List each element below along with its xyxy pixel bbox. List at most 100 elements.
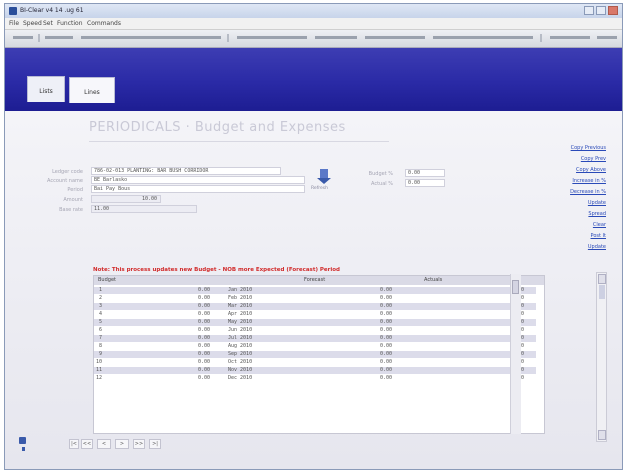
budget-cell[interactable]: 0.00 bbox=[180, 375, 210, 382]
period-field[interactable]: Bai Pay Bous bbox=[91, 185, 305, 193]
amount-field[interactable]: 10.00 bbox=[91, 195, 161, 203]
minimize-button[interactable] bbox=[584, 6, 594, 15]
budget-cell[interactable]: 0.00 bbox=[180, 287, 210, 294]
forecast-cell: 0.00 bbox=[379, 319, 392, 325]
link-decrease-percent[interactable]: Decrease in % bbox=[570, 189, 606, 195]
menu-speed[interactable]: Speed bbox=[23, 20, 42, 27]
title-divider bbox=[89, 141, 389, 142]
toolbar-combo-3[interactable] bbox=[81, 36, 221, 39]
row-number: 3 bbox=[98, 303, 102, 309]
nav-first-button[interactable]: |< bbox=[69, 439, 79, 449]
table-row[interactable]: 110.00Nov 20100.000.00 bbox=[94, 367, 536, 374]
app-window: BI-Clear v4 14 .ug 61 File Speed Set Fun… bbox=[4, 3, 623, 470]
record-icon bbox=[19, 437, 26, 444]
forecast-cell: 0.00 bbox=[379, 375, 392, 381]
grid-scrollbar-thumb[interactable] bbox=[512, 280, 519, 294]
scroll-up-button[interactable] bbox=[598, 274, 606, 284]
base-rate-field[interactable]: 11.00 bbox=[91, 205, 197, 213]
budget-cell[interactable]: 0.00 bbox=[180, 335, 210, 342]
row-number: 12 bbox=[95, 375, 102, 381]
budget-grid: Budget Forecast Actuals 1 0.00 Jan 2010 0.0… bbox=[93, 275, 545, 434]
tab-lists[interactable]: Lists bbox=[27, 76, 65, 102]
forecast-cell: 0.00 bbox=[379, 367, 392, 373]
month-cell: Jul 2010 bbox=[228, 335, 253, 341]
forecast-cell: 0.00 bbox=[379, 287, 392, 293]
link-increase-percent[interactable]: Increase in % bbox=[572, 178, 606, 184]
nav-next-button[interactable]: > bbox=[115, 439, 129, 449]
maximize-button[interactable] bbox=[596, 6, 606, 15]
month-cell: Mar 2010 bbox=[228, 303, 253, 309]
table-row[interactable]: 30.00Mar 20100.000.00 bbox=[94, 303, 536, 310]
budget-cell[interactable]: 0.00 bbox=[180, 327, 210, 334]
budget-cell[interactable]: 0.00 bbox=[180, 343, 210, 350]
toolbar-combo-8[interactable] bbox=[550, 36, 590, 39]
menu-commands[interactable]: Commands bbox=[87, 20, 121, 27]
toolbar-combo-4[interactable] bbox=[237, 36, 307, 39]
budget-cell[interactable]: 0.00 bbox=[180, 359, 210, 366]
month-cell: May 2010 bbox=[228, 319, 253, 325]
app-icon bbox=[9, 7, 17, 15]
budget-percent-field[interactable]: 0.00 bbox=[405, 169, 445, 177]
link-update-2[interactable]: Update bbox=[588, 244, 606, 250]
table-row[interactable]: 10.00Jan 20100.000.00 bbox=[94, 287, 536, 294]
nav-prev-page-button[interactable]: << bbox=[81, 439, 93, 449]
link-copy-previous[interactable]: Copy Previous bbox=[571, 145, 606, 151]
link-clear[interactable]: Clear bbox=[593, 222, 606, 228]
header-band: Lists Lines bbox=[5, 48, 622, 111]
forecast-cell: 0.00 bbox=[379, 343, 392, 349]
budget-cell[interactable]: 0.00 bbox=[180, 303, 210, 310]
budget-cell[interactable]: 0.00 bbox=[180, 351, 210, 358]
table-row[interactable]: 20.00Feb 20100.000.00 bbox=[94, 295, 536, 302]
link-post-it[interactable]: Post It bbox=[591, 233, 607, 239]
menu-file[interactable]: File bbox=[9, 20, 19, 27]
refresh-icon[interactable] bbox=[316, 169, 332, 185]
grid-scrollbar[interactable] bbox=[510, 274, 521, 434]
table-row[interactable]: 90.00Sep 20100.000.00 bbox=[94, 351, 536, 358]
toolbar-combo-7[interactable] bbox=[433, 36, 533, 39]
page-scrollbar-thumb[interactable] bbox=[599, 285, 605, 299]
toolbar-combo-6[interactable] bbox=[365, 36, 425, 39]
budget-cell[interactable]: 0.00 bbox=[180, 295, 210, 302]
toolbar-combo-1[interactable] bbox=[13, 36, 33, 39]
tab-lines[interactable]: Lines bbox=[69, 77, 115, 103]
row-number: 4 bbox=[98, 311, 102, 317]
menu-bar: File Speed Set Function Commands bbox=[5, 18, 622, 30]
nav-last-button[interactable]: >| bbox=[149, 439, 161, 449]
actual-percent-field[interactable]: 0.00 bbox=[405, 179, 445, 187]
link-copy-above[interactable]: Copy Above bbox=[576, 167, 606, 173]
table-row[interactable]: 120.00Dec 20100.000.00 bbox=[94, 375, 536, 382]
menu-set[interactable]: Set bbox=[43, 20, 53, 27]
table-row[interactable]: 70.00Jul 20100.000.00 bbox=[94, 335, 536, 342]
ledger-code-label: Ledger code bbox=[52, 169, 83, 175]
table-row[interactable]: 80.00Aug 20100.000.00 bbox=[94, 343, 536, 350]
forecast-cell: 0.00 bbox=[379, 311, 392, 317]
budget-cell[interactable]: 0.00 bbox=[180, 311, 210, 318]
table-row[interactable]: 50.00May 20100.000.00 bbox=[94, 319, 536, 326]
forecast-cell: 0.00 bbox=[379, 351, 392, 357]
table-row[interactable]: 100.00Oct 20100.000.00 bbox=[94, 359, 536, 366]
menu-function[interactable]: Function bbox=[57, 20, 83, 27]
row-number: 5 bbox=[98, 319, 102, 325]
month-cell: Sep 2010 bbox=[228, 351, 253, 357]
table-row[interactable]: 60.00Jun 20100.000.00 bbox=[94, 327, 536, 334]
budget-cell[interactable]: 0.00 bbox=[180, 367, 210, 374]
link-spread[interactable]: Spread bbox=[588, 211, 606, 217]
toolbar-combo-2[interactable] bbox=[45, 36, 73, 39]
page-scrollbar[interactable] bbox=[596, 272, 607, 442]
account-name-field[interactable]: BE Barlasko bbox=[91, 176, 305, 184]
nav-prev-button[interactable]: < bbox=[97, 439, 111, 449]
toolbar-combo-5[interactable] bbox=[315, 36, 357, 39]
link-update[interactable]: Update bbox=[588, 200, 606, 206]
ledger-code-field[interactable]: 786-02-013 PLANTING: BAR BUSH CORRIDOR bbox=[91, 167, 281, 175]
link-copy-prev[interactable]: Copy Prev bbox=[581, 156, 606, 162]
row-number: 1 bbox=[98, 287, 102, 293]
table-row[interactable]: 40.00Apr 20100.000.00 bbox=[94, 311, 536, 318]
nav-next-page-button[interactable]: >> bbox=[133, 439, 145, 449]
close-button[interactable] bbox=[608, 6, 618, 15]
page-title: PERIODICALS · Budget and Expenses bbox=[89, 120, 346, 135]
budget-percent-label: Budget % bbox=[368, 171, 393, 177]
toolbar-combo-9[interactable] bbox=[597, 36, 617, 39]
toolbar-separator bbox=[227, 34, 229, 42]
scroll-down-button[interactable] bbox=[598, 430, 606, 440]
budget-cell[interactable]: 0.00 bbox=[180, 319, 210, 326]
